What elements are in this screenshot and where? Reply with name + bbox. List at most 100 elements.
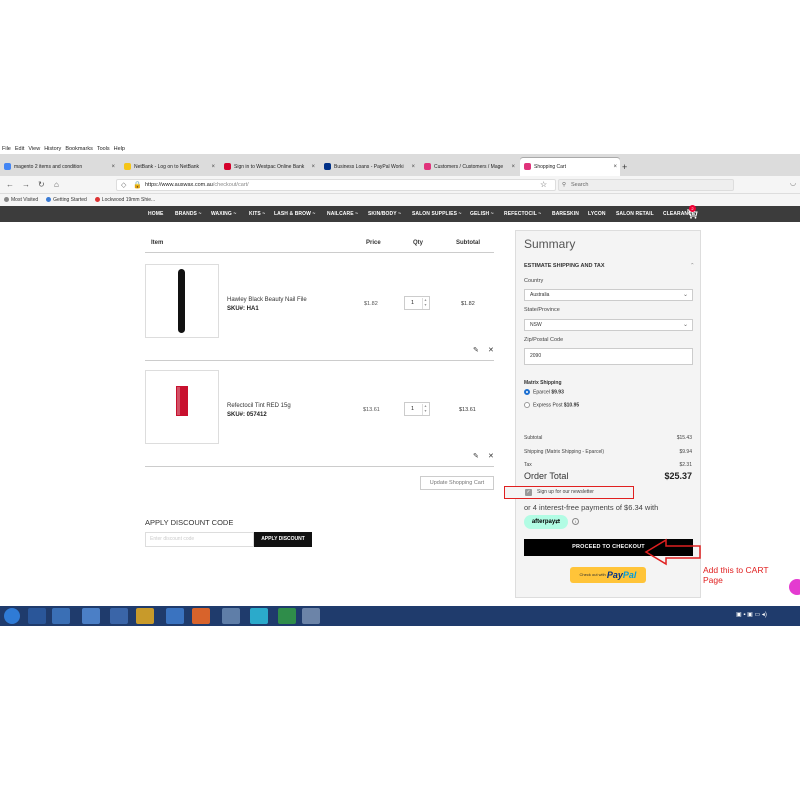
shipping-option-eparcel[interactable]: Eparcel $9.93 <box>524 389 564 395</box>
quantity-input[interactable]: 1 ▲ ▼ <box>404 402 430 416</box>
paypal-checkout-button[interactable]: Check out with PayPal <box>570 567 646 583</box>
start-button-icon[interactable] <box>4 608 20 624</box>
tab-paypal[interactable]: Business Loans - PayPal Worki × <box>320 158 418 176</box>
shipping-value: $9.94 <box>679 449 692 455</box>
shipping-option-express[interactable]: Express Post $10.95 <box>524 402 579 408</box>
close-icon[interactable]: × <box>511 158 515 176</box>
nav-kits[interactable]: KITS ~ <box>249 206 265 222</box>
bookmark-lockwood[interactable]: Lockwood 19mm Shie... <box>94 194 155 206</box>
remove-icon[interactable]: ✕ <box>488 346 494 354</box>
menu-view[interactable]: View <box>28 144 40 154</box>
nav-brands[interactable]: BRANDS ~ <box>175 206 202 222</box>
forward-icon[interactable]: → <box>22 179 30 191</box>
bookmark-most-visited[interactable]: Most Visited <box>4 194 38 206</box>
bookmark-star-icon[interactable]: ☆ <box>540 179 547 191</box>
quantity-stepper[interactable]: ▲ ▼ <box>422 404 428 415</box>
home-icon[interactable]: ⌂ <box>54 179 59 191</box>
site-navigation: HOME BRANDS ~ WAXING ~ KITS ~ LASH & BRO… <box>0 205 800 222</box>
reload-icon[interactable]: ↻ <box>38 179 45 191</box>
zip-input[interactable]: 2090 <box>524 348 693 365</box>
chrome-icon[interactable] <box>110 608 128 624</box>
menu-edit[interactable]: Edit <box>15 144 24 154</box>
close-icon[interactable]: × <box>411 158 415 176</box>
edit-icon[interactable]: ✎ <box>473 346 479 354</box>
quantity-input[interactable]: 1 ▲ ▼ <box>404 296 430 310</box>
new-tab-button[interactable]: + <box>622 158 627 176</box>
tab-label: Shopping Cart <box>534 164 566 170</box>
close-icon[interactable]: × <box>613 158 617 176</box>
chat-bubble-icon[interactable] <box>789 579 800 595</box>
menu-history[interactable]: History <box>44 144 61 154</box>
tab-shopping-cart[interactable]: Shopping Cart × <box>520 158 620 176</box>
close-icon[interactable]: × <box>311 158 315 176</box>
folder-icon[interactable] <box>136 608 154 624</box>
product-image-refectocil[interactable] <box>145 370 219 444</box>
product-image-nail-file[interactable] <box>145 264 219 338</box>
nav-gelish[interactable]: GELISH ~ <box>470 206 494 222</box>
product-name[interactable]: Refectocil Tint RED 15g <box>227 403 291 409</box>
apply-discount-button[interactable]: APPLY DISCOUNT <box>254 532 312 547</box>
system-tray-icons[interactable]: ▣ ▪ ▣ ▭ ◂) <box>736 611 767 618</box>
newsletter-label[interactable]: Sign up for our newsletter <box>537 487 594 497</box>
nav-salon-supplies[interactable]: SALON SUPPLIES ~ <box>412 206 462 222</box>
nav-salon-retail[interactable]: SALON RETAIL <box>616 206 654 222</box>
app-icon[interactable] <box>302 608 320 624</box>
col-qty: Qty <box>413 240 424 246</box>
tab-magento[interactable]: magento 2 items and condition × <box>0 158 118 176</box>
info-icon[interactable]: i <box>572 518 579 525</box>
option-name: Express Post <box>533 402 563 409</box>
close-icon[interactable]: × <box>111 158 115 176</box>
nav-nailcare[interactable]: NAILCARE ~ <box>327 206 358 222</box>
quantity-stepper[interactable]: ▲ ▼ <box>422 298 428 309</box>
firefox-icon[interactable] <box>192 608 210 624</box>
nav-skin-body[interactable]: SKIN/BODY ~ <box>368 206 401 222</box>
search-placeholder: Search <box>571 182 589 188</box>
excel-icon[interactable] <box>278 608 296 624</box>
nav-refectocil[interactable]: REFECTOCIL ~ <box>504 206 541 222</box>
cart-count-badge: 2 <box>689 205 696 212</box>
pocket-icon[interactable]: ◡ <box>790 179 796 187</box>
back-icon[interactable]: ← <box>6 179 14 191</box>
close-icon[interactable]: × <box>211 158 215 176</box>
newsletter-checkbox[interactable]: ✓ <box>525 489 532 496</box>
tab-label: Sign in to Westpac Online Bank <box>234 164 305 170</box>
menu-tools[interactable]: Tools <box>97 144 110 154</box>
tab-customers[interactable]: Customers / Customers / Mage × <box>420 158 518 176</box>
search-input[interactable]: ⚲ Search <box>558 179 734 191</box>
country-select[interactable]: Australia ⌄ <box>524 289 693 301</box>
annotation-line-2: Page <box>703 575 723 585</box>
tab-westpac[interactable]: Sign in to Westpac Online Bank × <box>220 158 318 176</box>
nav-bareskin[interactable]: BARESKIN <box>552 206 579 222</box>
edge-icon[interactable] <box>250 608 268 624</box>
menu-help[interactable]: Help <box>114 144 125 154</box>
remove-icon[interactable]: ✕ <box>488 452 494 460</box>
state-select[interactable]: NSW ⌄ <box>524 319 693 331</box>
word-icon[interactable] <box>28 608 46 624</box>
url-bar[interactable]: ◇ 🔒 https://www.auswax.com.au/checkout/c… <box>116 179 556 191</box>
nav-lash-brow[interactable]: LASH & BROW ~ <box>274 206 315 222</box>
nav-waxing[interactable]: WAXING ~ <box>211 206 236 222</box>
internet-explorer-icon[interactable] <box>166 608 184 624</box>
menu-file[interactable]: File <box>2 144 11 154</box>
bookmark-getting-started[interactable]: Getting Started <box>46 194 87 206</box>
collapse-icon[interactable]: ⌃ <box>690 263 695 269</box>
tab-netbank[interactable]: NetBank - Log on to NetBank × <box>120 158 218 176</box>
media-player-icon[interactable] <box>52 608 70 624</box>
files-icon[interactable] <box>222 608 240 624</box>
paypal-prefix: Check out with <box>579 572 606 578</box>
estimate-shipping-toggle[interactable]: ESTIMATE SHIPPING AND TAX <box>524 263 605 269</box>
paypal-logo-pal: Pal <box>622 570 637 580</box>
divider <box>145 466 494 467</box>
discount-code-input[interactable]: Enter discount code <box>145 532 254 547</box>
radio-selected-icon <box>524 389 530 395</box>
update-cart-button[interactable]: Update Shopping Cart <box>420 476 494 490</box>
nav-lycon[interactable]: LYCON <box>588 206 606 222</box>
menu-bar: File Edit View History Bookmarks Tools H… <box>0 144 800 154</box>
product-name[interactable]: Hawley Black Beauty Nail File <box>227 297 307 303</box>
col-price: Price <box>366 240 381 246</box>
network-icon[interactable] <box>82 608 100 624</box>
edit-icon[interactable]: ✎ <box>473 452 479 460</box>
menu-bookmarks[interactable]: Bookmarks <box>65 144 93 154</box>
tab-strip: magento 2 items and condition × NetBank -… <box>0 154 800 176</box>
nav-home[interactable]: HOME <box>148 206 163 222</box>
